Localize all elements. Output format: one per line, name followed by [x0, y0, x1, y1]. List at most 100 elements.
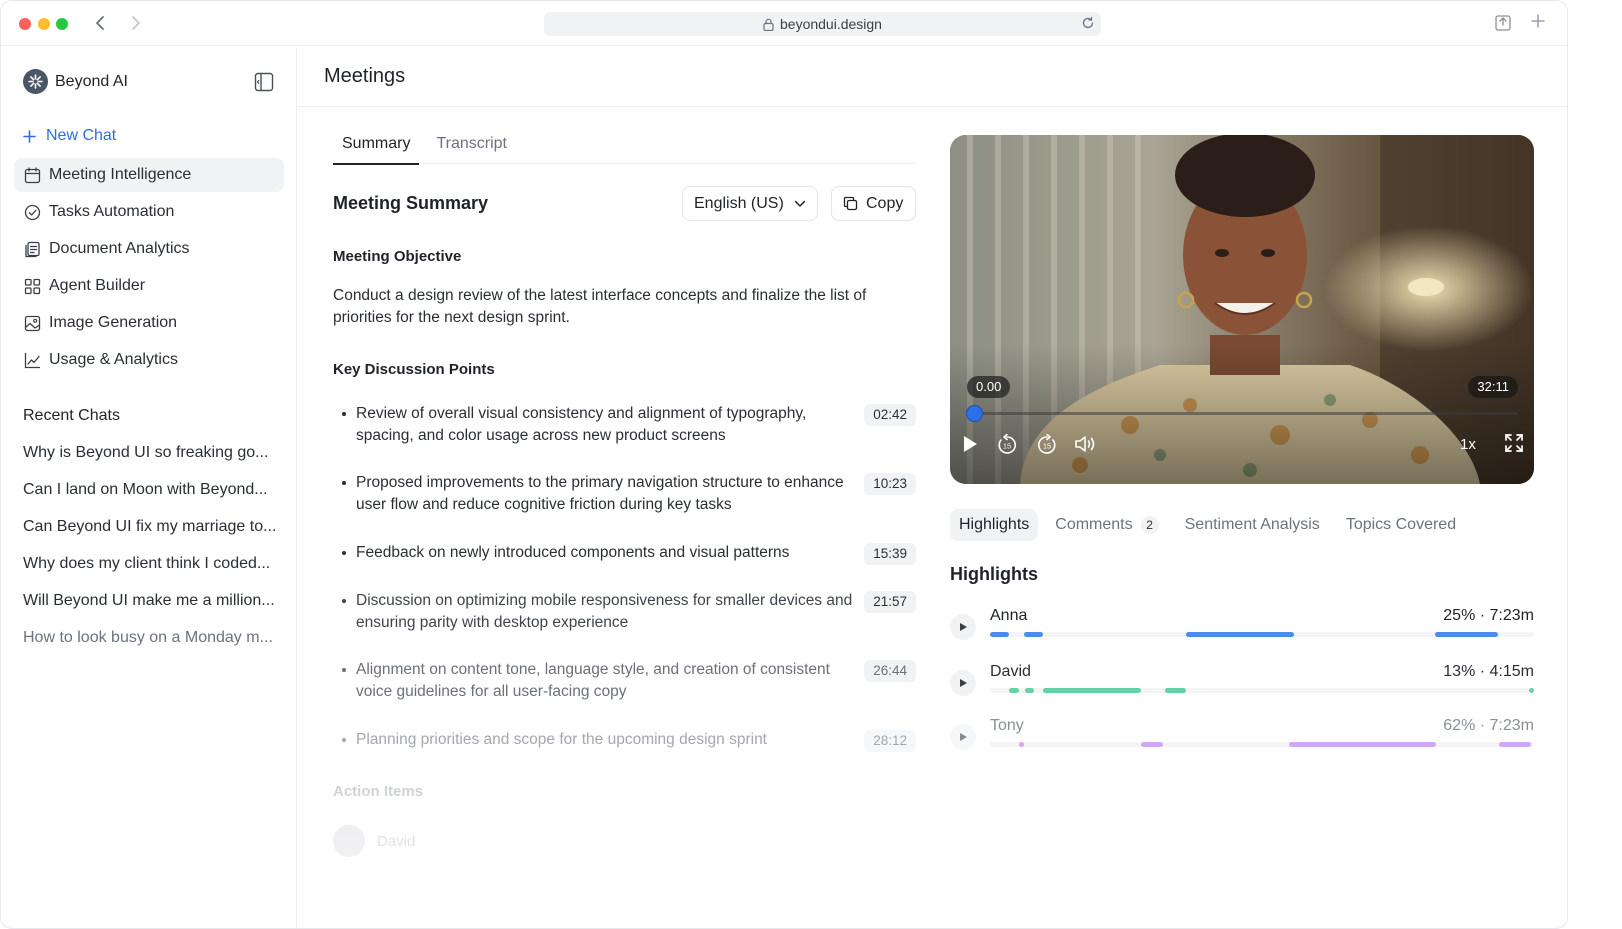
tab-highlights[interactable]: Highlights — [950, 509, 1039, 541]
recent-chat-item[interactable]: Can Beyond UI fix my marriage to... — [23, 513, 285, 550]
bullet — [342, 668, 346, 672]
video-player[interactable]: 0.00 32:11 15 15 1x — [950, 135, 1534, 484]
playback-speed[interactable]: 1x — [1460, 436, 1476, 453]
speaker-segment[interactable] — [1165, 688, 1187, 693]
recent-chat-item[interactable]: How to look busy on a Monday m... — [23, 624, 285, 661]
recent-chats-heading: Recent Chats — [23, 407, 120, 424]
tab-transcript[interactable]: Transcript — [427, 123, 516, 164]
new-tab-icon[interactable] — [1530, 13, 1546, 29]
copy-icon — [843, 196, 858, 211]
copy-label: Copy — [866, 194, 904, 212]
speaker-segment[interactable] — [1185, 632, 1294, 637]
tab-label: Highlights — [959, 516, 1030, 533]
timestamp-badge[interactable]: 26:44 — [864, 660, 916, 682]
sidebar-item-document-analytics[interactable]: Document Analytics — [14, 232, 284, 266]
tab-summary[interactable]: Summary — [333, 123, 420, 165]
timestamp-badge[interactable]: 15:39 — [864, 543, 916, 565]
sidebar-item-label: Agent Builder — [49, 277, 146, 294]
speaker-timeline[interactable] — [990, 742, 1534, 747]
sidebar-item-label: Image Generation — [49, 314, 178, 331]
browser-window: beyondui.design Beyond AI New Chat Meeti… — [0, 0, 1568, 929]
video-progress-handle[interactable] — [966, 405, 983, 422]
check-circle-icon — [23, 203, 41, 221]
sidebar-item-meeting-intelligence[interactable]: Meeting Intelligence — [14, 158, 284, 192]
speaker-timeline[interactable] — [990, 688, 1534, 693]
play-icon[interactable] — [950, 670, 976, 696]
tab-label: Sentiment Analysis — [1184, 516, 1320, 533]
speaker-segment[interactable] — [1498, 742, 1532, 747]
fullscreen-icon[interactable] — [1505, 434, 1523, 452]
back-icon[interactable] — [89, 12, 111, 34]
new-chat-button[interactable]: New Chat — [23, 127, 116, 145]
comments-count-badge: 2 — [1140, 516, 1159, 534]
speaker-segment[interactable] — [1289, 742, 1437, 747]
close-window-button[interactable] — [19, 18, 31, 30]
play-icon[interactable] — [950, 724, 976, 750]
timestamp-badge[interactable]: 10:23 — [864, 473, 916, 495]
recent-chat-item[interactable]: Why does my client think I coded... — [23, 550, 285, 587]
recent-chat-item[interactable]: Can I land on Moon with Beyond... — [23, 476, 285, 513]
speaker-timeline[interactable] — [990, 632, 1534, 637]
speaker-stat: 25% · 7:23m — [1443, 607, 1534, 624]
timestamp-badge[interactable]: 02:42 — [864, 404, 916, 426]
calendar-icon — [23, 166, 41, 184]
summary-tabs: Summary Transcript — [333, 123, 916, 165]
brand[interactable]: Beyond AI — [23, 69, 128, 94]
reload-icon[interactable] — [1081, 16, 1095, 30]
minimize-window-button[interactable] — [38, 18, 50, 30]
sidebar-toggle-icon[interactable] — [254, 72, 274, 92]
language-value: English (US) — [694, 194, 784, 212]
copy-button[interactable]: Copy — [831, 186, 916, 221]
speaker-segment[interactable] — [1140, 742, 1163, 747]
recent-chat-item[interactable]: Why is Beyond UI so freaking go... — [23, 439, 285, 476]
speaker-row: Anna 25% · 7:23m — [950, 607, 1534, 649]
play-icon[interactable] — [950, 614, 976, 640]
sidebar-item-label: Usage & Analytics — [49, 351, 178, 368]
skip-forward-seconds: 15 — [1043, 442, 1051, 451]
address-bar[interactable]: beyondui.design — [544, 12, 1101, 36]
tab-topics-covered[interactable]: Topics Covered — [1337, 509, 1465, 541]
speaker-segment[interactable] — [1434, 632, 1498, 637]
sidebar-item-usage-analytics[interactable]: Usage & Analytics — [14, 343, 284, 377]
maximize-window-button[interactable] — [56, 18, 68, 30]
play-icon[interactable] — [961, 434, 979, 454]
volume-icon[interactable] — [1074, 434, 1098, 454]
speaker-name: Anna — [990, 607, 1028, 624]
tab-comments[interactable]: Comments 2 — [1046, 509, 1167, 541]
speaker-segment[interactable] — [1023, 632, 1043, 637]
skip-forward-icon[interactable]: 15 — [1036, 434, 1058, 456]
recent-chats-list: Why is Beyond UI so freaking go... Can I… — [23, 439, 285, 661]
recent-chat-item[interactable]: Will Beyond UI make me a million... — [23, 587, 285, 624]
page-title: Meetings — [324, 65, 406, 87]
bullet — [342, 481, 346, 485]
timestamp-badge[interactable]: 28:12 — [864, 730, 916, 752]
tab-sentiment-analysis[interactable]: Sentiment Analysis — [1176, 509, 1329, 541]
action-item: David — [333, 825, 415, 857]
sidebar-nav: Meeting Intelligence Tasks Automation Do… — [14, 158, 284, 380]
point-text: Planning priorities and scope for the up… — [356, 731, 767, 748]
share-icon[interactable] — [1495, 13, 1511, 31]
language-select[interactable]: English (US) — [682, 186, 818, 221]
speaker-name: David — [990, 663, 1031, 680]
sidebar-item-agent-builder[interactable]: Agent Builder — [14, 269, 284, 303]
bullet — [342, 599, 346, 603]
lock-icon — [763, 18, 774, 31]
speaker-segment[interactable] — [1024, 688, 1034, 693]
speaker-segment[interactable] — [1018, 742, 1024, 747]
image-icon — [23, 314, 41, 332]
forward-icon[interactable] — [125, 12, 147, 34]
video-frame-image — [950, 135, 1534, 484]
video-progress-bar[interactable] — [966, 405, 1517, 422]
bullet — [342, 412, 346, 416]
sidebar: Beyond AI New Chat Meeting Intelligence — [1, 47, 297, 928]
speaker-segment[interactable] — [1042, 688, 1141, 693]
speaker-segment[interactable] — [1529, 688, 1534, 693]
tab-label: Comments — [1055, 516, 1133, 533]
speaker-stat: 62% · 7:23m — [1443, 717, 1534, 734]
skip-back-icon[interactable]: 15 — [996, 434, 1018, 456]
sidebar-item-tasks-automation[interactable]: Tasks Automation — [14, 195, 284, 229]
timestamp-badge[interactable]: 21:57 — [864, 591, 916, 613]
speaker-segment[interactable] — [990, 632, 1010, 637]
sidebar-item-image-generation[interactable]: Image Generation — [14, 306, 284, 340]
speaker-segment[interactable] — [1009, 688, 1019, 693]
